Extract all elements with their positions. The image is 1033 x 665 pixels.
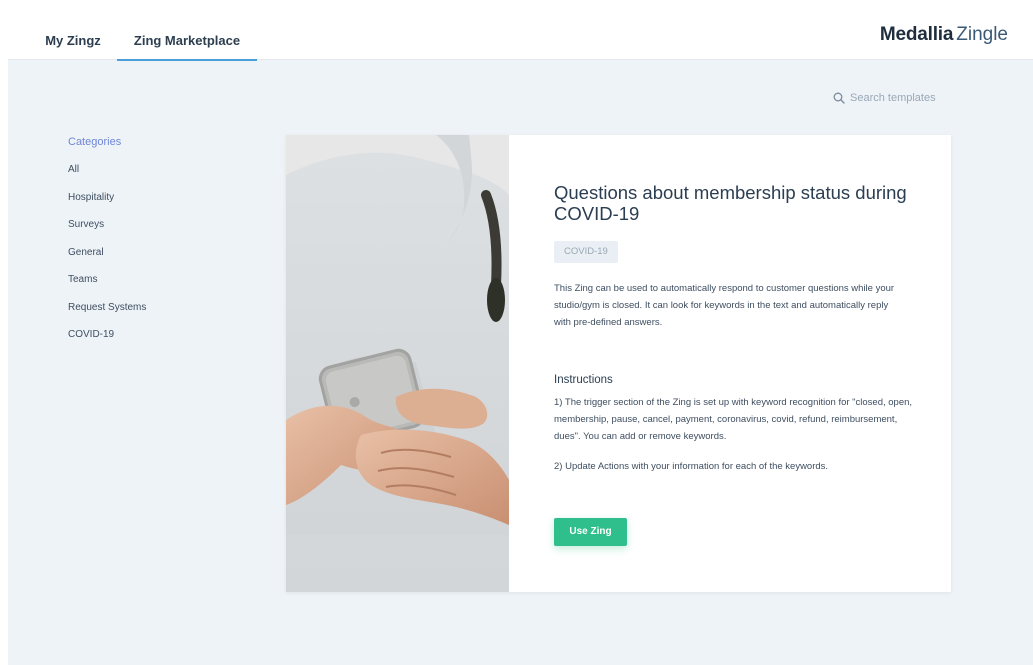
brand-logo: Medallia Zingle: [880, 24, 1008, 46]
instructions-heading: Instructions: [554, 374, 613, 386]
instruction-step-2: 2) Update Actions with your information …: [554, 461, 829, 472]
template-card: Questions about membership status during…: [286, 135, 951, 592]
top-navigation-bar: My Zingz Zing Marketplace Medallia Zingle: [8, 8, 1033, 61]
template-description: This Zing can be used to automatically r…: [554, 283, 895, 328]
category-teams[interactable]: Teams: [68, 274, 248, 302]
categories-heading: Categories: [68, 136, 122, 148]
category-request-systems[interactable]: Request Systems: [68, 302, 248, 330]
instruction-step-1: 1) The trigger section of the Zing is se…: [554, 397, 913, 442]
brand-logo-primary: Medallia: [879, 24, 954, 45]
category-all[interactable]: All: [68, 164, 248, 192]
search-icon: [833, 92, 845, 104]
search-placeholder: Search templates: [850, 92, 936, 104]
template-tag: COVID-19: [554, 241, 618, 263]
category-covid-19[interactable]: COVID-19: [68, 329, 248, 357]
category-sidebar: Categories All Hospitality Surveys Gener…: [68, 136, 248, 357]
category-general[interactable]: General: [68, 247, 248, 275]
brand-logo-secondary: Zingle: [956, 24, 1008, 45]
category-surveys[interactable]: Surveys: [68, 219, 248, 247]
template-title: Questions about membership status during…: [554, 182, 907, 224]
use-zing-button[interactable]: Use Zing: [554, 518, 627, 546]
search-templates[interactable]: Search templates: [833, 92, 936, 104]
app-frame: My Zingz Zing Marketplace Medallia Zingle…: [8, 8, 1033, 665]
tab-zing-marketplace[interactable]: Zing Marketplace: [117, 8, 257, 61]
template-photo: [286, 135, 509, 592]
tab-my-zingz[interactable]: My Zingz: [38, 8, 108, 60]
category-hospitality[interactable]: Hospitality: [68, 192, 248, 220]
